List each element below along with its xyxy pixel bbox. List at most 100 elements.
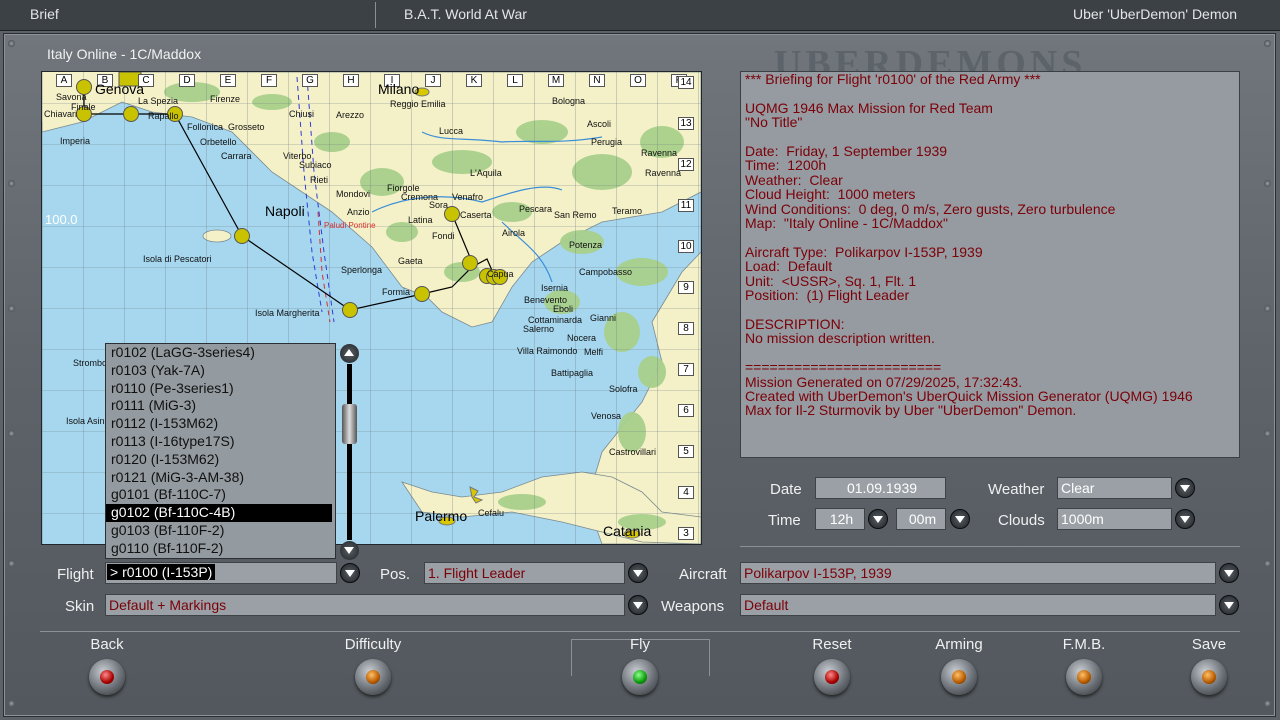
map-place: Castrovillari — [609, 447, 657, 457]
lamp-icon — [825, 670, 839, 684]
skin-field[interactable]: Default + Markings — [105, 594, 625, 616]
map-column-label: K — [466, 74, 482, 87]
weapons-field[interactable]: Default — [740, 594, 1216, 616]
flight-list-item[interactable]: r0113 (I-16type17S) — [106, 433, 335, 451]
map-place: Savona — [56, 92, 87, 102]
map-place: Formia — [382, 287, 411, 297]
flight-list-item[interactable]: g0102 (Bf-110C-4B) — [106, 504, 332, 522]
map-column-label: O — [630, 74, 646, 87]
briefing-line: No mission description written. — [745, 330, 935, 347]
flight-list-scrollbar[interactable] — [340, 344, 359, 560]
flight-list-item[interactable]: r0111 (MiG-3) — [106, 397, 335, 415]
flight-list[interactable]: r0102 (LaGG-3series4) r0103 (Yak-7A) r0110… — [105, 343, 336, 559]
flight-list-item[interactable]: r0110 (Pe-3series1) — [106, 380, 335, 398]
map-column-label: H — [343, 74, 359, 87]
flight-list-item[interactable]: r0102 (LaGG-3series4) — [106, 344, 335, 362]
hour-dropdown-icon[interactable] — [868, 509, 888, 529]
lamp-icon — [1077, 670, 1091, 684]
reset-button[interactable] — [814, 659, 850, 695]
map-row-label: 7 — [678, 363, 694, 376]
clouds-dropdown-icon[interactable] — [1175, 509, 1195, 529]
flight-list-item[interactable]: g0103 (Bf-110F-2) — [106, 522, 335, 540]
map-place: Sperlonga — [341, 265, 383, 275]
map-place: Imperia — [60, 136, 91, 146]
map-place: Finale — [71, 102, 96, 112]
flight-selected-value[interactable]: > r0100 (I-153P) — [107, 564, 216, 580]
save-button[interactable] — [1191, 659, 1227, 695]
flight-list-item[interactable]: r0103 (Yak-7A) — [106, 362, 335, 380]
skin-label: Skin — [65, 598, 95, 615]
position-field[interactable]: 1. Flight Leader — [424, 562, 625, 584]
flight-label: Flight — [57, 566, 94, 583]
flight-list-item[interactable]: r0120 (I-153M62) — [106, 451, 335, 469]
briefing-line: Load: Default — [745, 258, 833, 275]
map-place: La Spezia — [138, 96, 179, 106]
briefing-line: Created with UberDemon's UberQuick Missi… — [745, 387, 1193, 404]
screw-icon — [1264, 430, 1271, 437]
flight-list-item[interactable]: r0112 (I-153M62) — [106, 415, 335, 433]
divider — [40, 631, 1240, 632]
lamp-icon — [100, 670, 114, 684]
weather-label: Weather — [988, 481, 1045, 498]
aircraft-label: Aircraft — [679, 566, 727, 583]
scroll-thumb[interactable] — [342, 404, 357, 444]
date-field[interactable]: 01.09.1939 — [815, 477, 946, 499]
map-place: Capua — [487, 269, 514, 279]
map-place: Lucca — [439, 126, 464, 136]
map-place: Teramo — [612, 206, 643, 216]
map-column-label: L — [507, 74, 523, 87]
map-column-label: F — [261, 74, 277, 87]
weather-dropdown-icon[interactable] — [1175, 478, 1195, 498]
time-hour-field[interactable]: 12h — [815, 508, 865, 530]
map-place: Carrara — [221, 151, 252, 161]
position-dropdown-icon[interactable] — [628, 563, 648, 583]
fmb-button[interactable] — [1066, 659, 1102, 695]
scroll-up-icon[interactable] — [340, 344, 359, 363]
briefing-line: Date: Friday, 1 September 1939 — [745, 143, 948, 160]
flight-list-item[interactable]: r0121 (MiG-3-AM-38) — [106, 469, 335, 487]
arming-button[interactable] — [941, 659, 977, 695]
skin-dropdown-icon[interactable] — [628, 595, 648, 615]
map-place: Perugia — [591, 137, 623, 147]
briefing-line: DESCRIPTION: — [745, 315, 845, 332]
screw-icon — [1264, 40, 1271, 47]
map-place: Mondovi — [336, 189, 371, 199]
map-place: Venafro — [452, 192, 484, 202]
map-row-label: 13 — [678, 117, 694, 130]
back-button[interactable] — [89, 659, 125, 695]
clouds-field[interactable]: 1000m — [1057, 508, 1172, 530]
map-place: Isernia — [541, 283, 569, 293]
map-place-napoli: Napoli — [265, 203, 305, 219]
scroll-down-icon[interactable] — [340, 541, 359, 560]
time-label: Time — [768, 512, 801, 529]
map-place: Chiusi — [289, 109, 315, 119]
weapons-label: Weapons — [661, 598, 725, 615]
screw-icon — [1264, 560, 1271, 567]
map-place: Airola — [502, 228, 526, 238]
clouds-label: Clouds — [998, 512, 1045, 529]
minute-dropdown-icon[interactable] — [950, 509, 970, 529]
map-place: Orbetello — [200, 137, 237, 147]
fly-button[interactable] — [622, 659, 658, 695]
map-place: Battipaglia — [551, 368, 594, 378]
weapons-dropdown-icon[interactable] — [1219, 595, 1239, 615]
scroll-track[interactable] — [347, 364, 352, 540]
time-minute-field[interactable]: 00m — [896, 508, 946, 530]
weather-field[interactable]: Clear — [1057, 477, 1172, 499]
lamp-icon — [1202, 670, 1216, 684]
briefing-line: *** Briefing for Flight 'r0100' of the R… — [745, 71, 1041, 87]
map-place: L'Aquila — [470, 168, 502, 178]
map-place-catania: Catania — [603, 523, 652, 539]
aircraft-dropdown-icon[interactable] — [1219, 563, 1239, 583]
screen-name: Brief — [30, 6, 59, 22]
flight-list-item[interactable]: g0101 (Bf-110C-7) — [106, 486, 335, 504]
aircraft-field[interactable]: Polikarpov I-153P, 1939 — [740, 562, 1216, 584]
screw-icon — [1264, 700, 1271, 707]
difficulty-button[interactable] — [355, 659, 391, 695]
map-scale-label: 100.0 — [45, 212, 78, 227]
flight-dropdown-icon[interactable] — [340, 563, 360, 583]
briefing-line: ======================== — [745, 359, 942, 376]
map-place: Arezzo — [336, 110, 365, 120]
flight-list-item[interactable]: g0110 (Bf-110F-2) — [106, 540, 335, 558]
author-name: Uber 'UberDemon' Demon — [1073, 6, 1238, 22]
